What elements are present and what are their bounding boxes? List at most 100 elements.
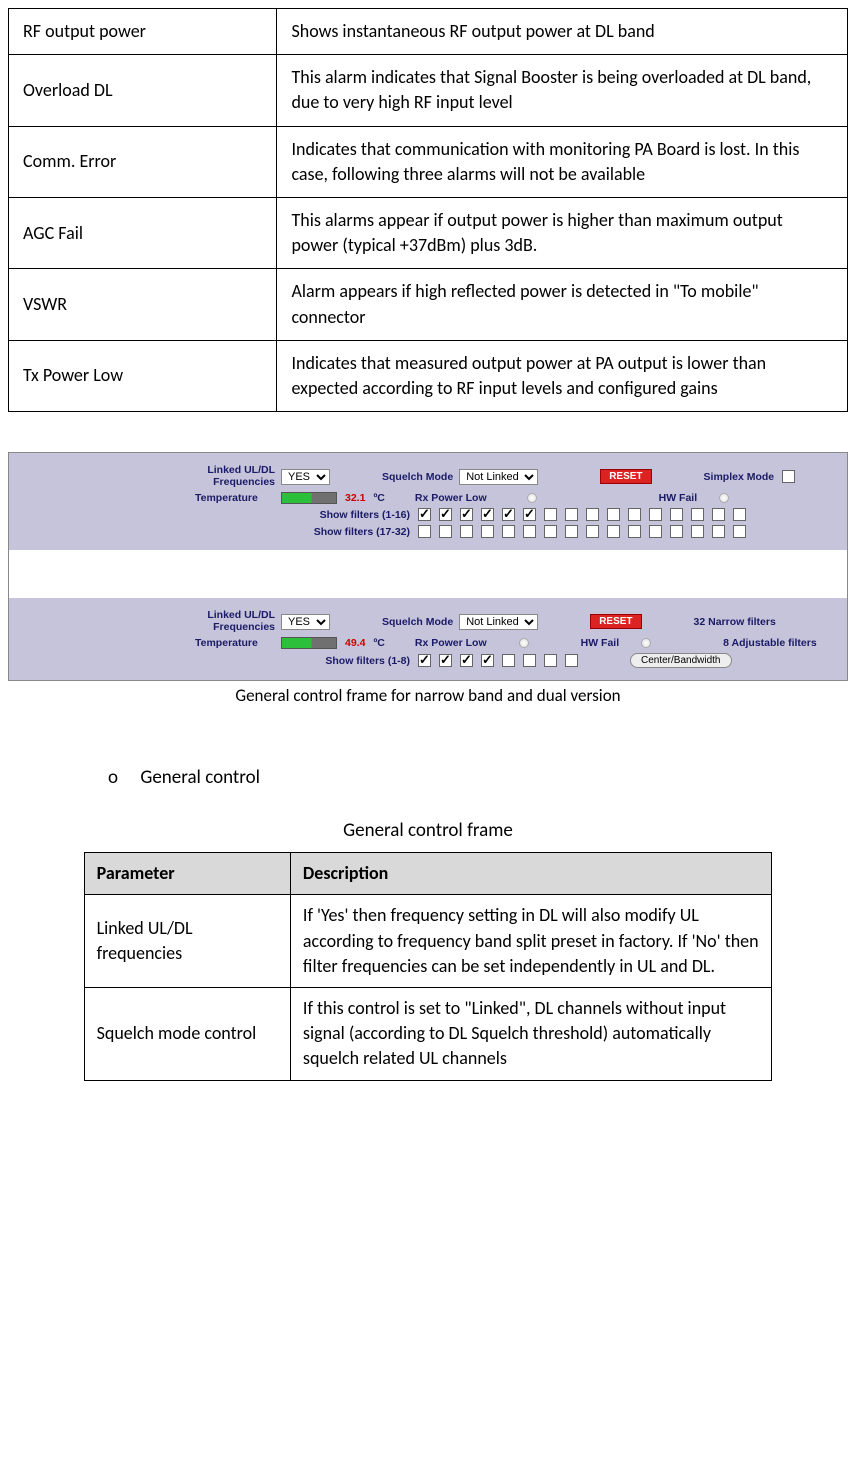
bullet-text: General control <box>140 766 260 789</box>
panel-gap <box>9 550 847 598</box>
filter-checkbox[interactable] <box>502 525 515 538</box>
param-cell: AGC Fail <box>9 197 277 268</box>
squelch-mode-select-b[interactable]: Not Linked <box>459 614 538 630</box>
linked-freq-label-b: Linked UL/DL Frequencies <box>195 610 275 633</box>
filter-checkbox[interactable] <box>544 654 557 667</box>
control-panel-b: Linked UL/DL Frequencies YES Squelch Mod… <box>9 598 847 680</box>
general-control-frame-title: General control frame <box>8 819 848 842</box>
reset-button-b[interactable]: RESET <box>590 614 641 629</box>
filter-checkbox[interactable] <box>481 654 494 667</box>
param-cell: Tx Power Low <box>9 340 277 411</box>
desc-cell: Indicates that measured output power at … <box>277 340 848 411</box>
filter-checkbox[interactable] <box>586 525 599 538</box>
filter-checkbox[interactable] <box>418 508 431 521</box>
center-bandwidth-button[interactable]: Center/Bandwidth <box>630 653 732 668</box>
table-row: RF output powerShows instantaneous RF ou… <box>9 9 848 55</box>
hw-fail-label: HW Fail <box>659 492 698 504</box>
table-row: Comm. ErrorIndicates that communication … <box>9 126 848 197</box>
desc-cell: Indicates that communication with monito… <box>277 126 848 197</box>
filter-checkbox[interactable] <box>712 525 725 538</box>
table-row: Overload DLThis alarm indicates that Sig… <box>9 55 848 126</box>
filter-checkbox[interactable] <box>733 508 746 521</box>
squelch-mode-select[interactable]: Not Linked <box>459 469 538 485</box>
reset-button[interactable]: RESET <box>600 469 651 484</box>
temperature-label-b: Temperature <box>195 637 275 649</box>
simplex-mode-checkbox[interactable] <box>782 470 795 483</box>
table-row: Tx Power LowIndicates that measured outp… <box>9 340 848 411</box>
filter-checkbox[interactable] <box>502 508 515 521</box>
filter-checkbox[interactable] <box>523 525 536 538</box>
linked-freq-select[interactable]: YES <box>281 469 330 485</box>
filter-checkbox[interactable] <box>439 525 452 538</box>
bullet-marker: o <box>108 766 118 789</box>
filter-checkbox[interactable] <box>607 525 620 538</box>
param-cell: Squelch mode control <box>84 988 290 1081</box>
filters-17-32-row <box>416 525 746 538</box>
filter-checkbox[interactable] <box>628 508 641 521</box>
adjustable-filters-label: 8 Adjustable filters <box>723 637 817 649</box>
filter-checkbox[interactable] <box>439 654 452 667</box>
alarm-definitions-table: RF output powerShows instantaneous RF ou… <box>8 8 848 412</box>
param-cell: Comm. Error <box>9 126 277 197</box>
desc-cell: Alarm appears if high reflected power is… <box>277 269 848 340</box>
temperature-unit-b: ºC <box>373 637 384 649</box>
param-cell: Linked UL/DL frequencies <box>84 895 290 988</box>
filter-checkbox[interactable] <box>649 508 662 521</box>
filter-checkbox[interactable] <box>670 525 683 538</box>
show-filters-1-16-label: Show filters (1-16) <box>280 509 410 521</box>
filters-1-8-row <box>416 654 578 667</box>
filter-checkbox[interactable] <box>502 654 515 667</box>
filter-checkbox[interactable] <box>607 508 620 521</box>
filter-checkbox[interactable] <box>649 525 662 538</box>
filter-checkbox[interactable] <box>733 525 746 538</box>
show-filters-17-32-label: Show filters (17-32) <box>280 526 410 538</box>
linked-freq-select-b[interactable]: YES <box>281 614 330 630</box>
filter-checkbox[interactable] <box>544 525 557 538</box>
filter-checkbox[interactable] <box>565 654 578 667</box>
filter-checkbox[interactable] <box>586 508 599 521</box>
filter-checkbox[interactable] <box>439 508 452 521</box>
param-cell: Overload DL <box>9 55 277 126</box>
filter-checkbox[interactable] <box>565 525 578 538</box>
filter-checkbox[interactable] <box>460 525 473 538</box>
filter-checkbox[interactable] <box>481 525 494 538</box>
header-description: Description <box>290 853 771 895</box>
rx-power-low-led <box>527 493 537 503</box>
temperature-bar <box>281 492 337 504</box>
filter-checkbox[interactable] <box>523 654 536 667</box>
filter-checkbox[interactable] <box>565 508 578 521</box>
general-control-figure: Linked UL/DL Frequencies YES Squelch Mod… <box>8 452 848 681</box>
filter-checkbox[interactable] <box>712 508 725 521</box>
general-control-bullet: o General control <box>108 766 848 789</box>
rx-power-low-label-b: Rx Power Low <box>415 637 487 649</box>
filter-checkbox[interactable] <box>523 508 536 521</box>
filter-checkbox[interactable] <box>481 508 494 521</box>
desc-cell: This alarms appear if output power is hi… <box>277 197 848 268</box>
squelch-mode-label-b: Squelch Mode <box>382 616 453 628</box>
desc-cell: If this control is set to "Linked", DL c… <box>290 988 771 1081</box>
param-cell: VSWR <box>9 269 277 340</box>
figure-caption: General control frame for narrow band an… <box>8 685 848 706</box>
filter-checkbox[interactable] <box>544 508 557 521</box>
param-cell: RF output power <box>9 9 277 55</box>
filter-checkbox[interactable] <box>691 508 704 521</box>
desc-cell: If 'Yes' then frequency setting in DL wi… <box>290 895 771 988</box>
table-row: AGC FailThis alarms appear if output pow… <box>9 197 848 268</box>
table-row: Linked UL/DL frequenciesIf 'Yes' then fr… <box>84 895 772 988</box>
temperature-unit: ºC <box>373 492 384 504</box>
desc-cell: This alarm indicates that Signal Booster… <box>277 55 848 126</box>
filter-checkbox[interactable] <box>460 654 473 667</box>
filter-checkbox[interactable] <box>691 525 704 538</box>
filter-checkbox[interactable] <box>460 508 473 521</box>
rx-power-low-label: Rx Power Low <box>415 492 487 504</box>
hw-fail-led-b <box>641 638 651 648</box>
simplex-mode-label: Simplex Mode <box>704 471 775 483</box>
hw-fail-label-b: HW Fail <box>581 637 620 649</box>
linked-freq-label: Linked UL/DL Frequencies <box>195 465 275 488</box>
filter-checkbox[interactable] <box>628 525 641 538</box>
filter-checkbox[interactable] <box>670 508 683 521</box>
desc-cell: Shows instantaneous RF output power at D… <box>277 9 848 55</box>
filter-checkbox[interactable] <box>418 654 431 667</box>
filter-checkbox[interactable] <box>418 525 431 538</box>
hw-fail-led <box>719 493 729 503</box>
